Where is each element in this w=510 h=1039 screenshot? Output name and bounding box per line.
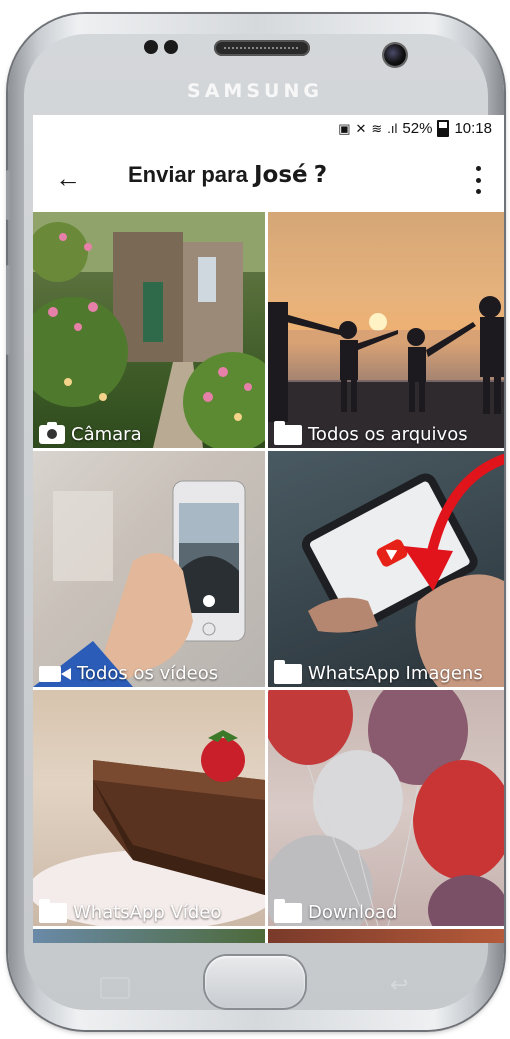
balloons-image <box>268 690 504 926</box>
folder-icon <box>274 420 302 445</box>
status-icons: ▣ ✕ ≋ .ıl 52% 10:18 <box>338 120 492 137</box>
folder-icon <box>39 898 67 923</box>
tile-download[interactable]: Download <box>268 690 504 926</box>
tile-label-text: Download <box>308 902 398 923</box>
phone-hand-image <box>33 480 246 687</box>
garden-image <box>33 212 265 448</box>
tile-label-text: Todos os arquivos <box>308 424 468 445</box>
tile-label: WhatsApp Vídeo <box>39 898 222 923</box>
tile-label: Todos os arquivos <box>274 420 468 445</box>
tile-label-text: WhatsApp Vídeo <box>73 902 222 923</box>
youtube-phone-image <box>301 454 504 687</box>
wifi-icon: ≋ <box>371 120 383 136</box>
tile-label: Todos os vídeos <box>39 663 218 684</box>
more-vertical-icon[interactable] <box>470 166 486 194</box>
front-camera <box>384 44 406 66</box>
sensors <box>144 40 178 54</box>
power-button <box>6 170 10 220</box>
clock: 10:18 <box>454 120 492 137</box>
tile-all-videos[interactable]: Todos os vídeos <box>33 451 265 687</box>
video-icon <box>39 665 71 682</box>
tile-whatsapp-video[interactable]: WhatsApp Vídeo <box>33 690 265 926</box>
volume-button <box>6 265 10 355</box>
camera-icon <box>39 422 65 444</box>
tile-label: Download <box>274 898 398 923</box>
tile-whatsapp-images[interactable]: WhatsApp Imagens <box>268 451 504 687</box>
nfc-icon: ▣ <box>338 120 351 136</box>
folder-icon <box>274 898 302 923</box>
title-prefix: Enviar para <box>128 162 248 187</box>
page-title: Enviar para José ? <box>128 162 327 188</box>
screen: ▣ ✕ ≋ .ıl 52% 10:18 ← Enviar para José ? <box>33 115 504 943</box>
tile-partial[interactable] <box>33 929 265 943</box>
signal-icon: .ıl <box>387 121 398 136</box>
sunset-image <box>268 296 504 448</box>
sensor-dot <box>144 40 158 54</box>
tile-label-text: WhatsApp Imagens <box>308 663 483 684</box>
battery-icon <box>437 120 450 137</box>
tile-partial[interactable] <box>268 929 504 943</box>
back-icon[interactable]: ↩ <box>390 972 408 998</box>
title-suffix: ? <box>313 162 328 188</box>
tile-label: Câmara <box>39 422 142 445</box>
battery-percent: 52% <box>402 120 433 137</box>
tile-all-files[interactable]: Todos os arquivos <box>268 212 504 448</box>
tile-label: WhatsApp Imagens <box>274 659 483 684</box>
brand-logo: SAMSUNG <box>187 80 323 102</box>
recent-apps-icon[interactable] <box>100 977 130 999</box>
title-contact-name: José <box>253 162 308 188</box>
app-bar: ← Enviar para José ? <box>33 144 504 212</box>
earpiece-speaker <box>214 40 310 56</box>
tile-label-text: Todos os vídeos <box>77 663 219 684</box>
mute-icon: ✕ <box>355 120 367 136</box>
status-bar: ▣ ✕ ≋ .ıl 52% 10:18 <box>33 115 504 144</box>
cake-image <box>33 730 265 926</box>
home-button[interactable] <box>205 956 305 1008</box>
tile-label-text: Câmara <box>71 424 142 445</box>
folder-icon <box>274 659 302 684</box>
tile-camera[interactable]: Câmara <box>33 212 265 448</box>
sensor-dot <box>164 40 178 54</box>
arrow-left-icon[interactable]: ← <box>53 164 83 194</box>
